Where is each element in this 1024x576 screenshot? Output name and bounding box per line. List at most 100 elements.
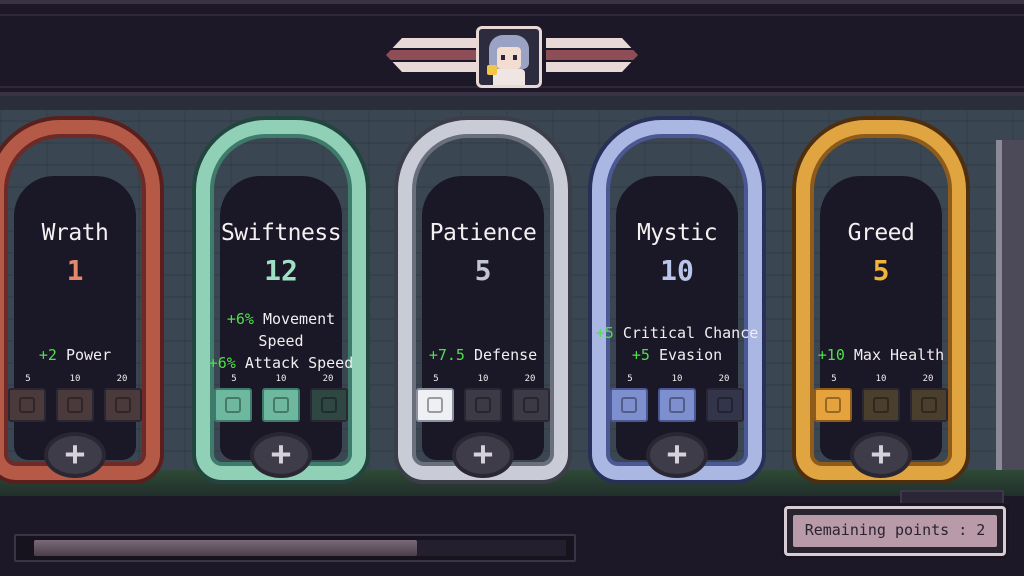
card-title: Swiftness bbox=[220, 220, 342, 246]
bonus-amount: +6% bbox=[226, 310, 254, 328]
bonus-line: +5 Critical Chance bbox=[578, 322, 776, 344]
bonus-line: +10 Max Health bbox=[782, 344, 980, 366]
card-value: 5 bbox=[872, 254, 890, 287]
bonus-text: Critical Chance bbox=[622, 324, 759, 342]
bonus-line: +5 Evasion bbox=[578, 344, 776, 366]
add-point-button[interactable]: + bbox=[452, 432, 514, 478]
tier-label: 5 bbox=[25, 374, 31, 384]
tier-slot-locked[interactable] bbox=[706, 388, 744, 422]
skill-icon bbox=[475, 397, 491, 413]
tier-thresholds: 5 10 20 bbox=[8, 374, 142, 384]
tier-slot-unlocked[interactable] bbox=[610, 388, 648, 422]
bonus-amount: +7.5 bbox=[428, 346, 465, 364]
bonus-amount: +6% bbox=[208, 354, 236, 372]
bonus-line: +6% Movement bbox=[182, 308, 380, 330]
tier-thresholds: 5 10 20 bbox=[610, 374, 744, 384]
bonus-line: +6% Attack Speed bbox=[182, 352, 380, 374]
ribbon-right bbox=[546, 38, 638, 78]
tier-label: 20 bbox=[322, 374, 334, 384]
card-title: Greed bbox=[847, 220, 915, 246]
bonus-amount: +5 bbox=[631, 346, 650, 364]
card-patience: Patience 5 +7.5 Defense 5 10 20 + bbox=[398, 120, 568, 480]
skill-icon bbox=[321, 397, 337, 413]
add-point-button[interactable]: + bbox=[850, 432, 912, 478]
add-point-button[interactable]: + bbox=[646, 432, 708, 478]
bonus-text: Evasion bbox=[658, 346, 723, 364]
skill-icon bbox=[523, 397, 539, 413]
remaining-points-box: Remaining points : 2 bbox=[784, 506, 1006, 556]
tier-label: 20 bbox=[116, 374, 128, 384]
tier-slot-unlocked[interactable] bbox=[416, 388, 454, 422]
card-value: 5 bbox=[474, 254, 492, 287]
top-banner bbox=[0, 0, 1024, 96]
card-swiftness: Swiftness 12 +6% Movement Speed +6% Atta… bbox=[196, 120, 366, 480]
bonus-amount: +10 bbox=[817, 346, 845, 364]
bonus-text: Attack Speed bbox=[244, 354, 354, 372]
tier-label: 10 bbox=[477, 374, 489, 384]
tier-label: 10 bbox=[875, 374, 887, 384]
skill-icon bbox=[225, 397, 241, 413]
tier-label: 5 bbox=[831, 374, 837, 384]
card-title: Patience bbox=[429, 220, 537, 246]
tier-slot-locked[interactable] bbox=[8, 388, 46, 422]
tier-label: 5 bbox=[433, 374, 439, 384]
progress-bar bbox=[14, 534, 576, 562]
add-point-button[interactable]: + bbox=[44, 432, 106, 478]
tier-slot-locked[interactable] bbox=[104, 388, 142, 422]
skill-icon bbox=[621, 397, 637, 413]
tier-slots bbox=[814, 388, 948, 422]
card-title: Mystic bbox=[636, 220, 718, 246]
skill-icon bbox=[825, 397, 841, 413]
card-value: 10 bbox=[660, 254, 694, 287]
tier-slot-locked[interactable] bbox=[512, 388, 550, 422]
tier-slot-unlocked[interactable] bbox=[262, 388, 300, 422]
skill-icon bbox=[115, 397, 131, 413]
bonus-text: Defense bbox=[473, 346, 538, 364]
add-point-button[interactable]: + bbox=[250, 432, 312, 478]
tier-slots bbox=[8, 388, 142, 422]
skill-icon bbox=[873, 397, 889, 413]
tier-slot-locked[interactable] bbox=[310, 388, 348, 422]
tier-slot-locked[interactable] bbox=[464, 388, 502, 422]
card-title: Wrath bbox=[41, 220, 109, 246]
skill-icon bbox=[669, 397, 685, 413]
tier-label: 10 bbox=[69, 374, 81, 384]
card-greed: Greed 5 +10 Max Health 5 10 20 + bbox=[796, 120, 966, 480]
progress-fill bbox=[34, 540, 417, 556]
tier-slots bbox=[214, 388, 348, 422]
tier-thresholds: 5 10 20 bbox=[214, 374, 348, 384]
card-wrath: Wrath 1 +2 Power 5 10 20 + bbox=[0, 120, 160, 480]
bonus-line: +2 Power bbox=[0, 344, 174, 366]
card-mystic: Mystic 10 +5 Critical Chance +5 Evasion … bbox=[592, 120, 762, 480]
bonus-text: Max Health bbox=[853, 346, 945, 364]
remaining-points-label: Remaining points : 2 bbox=[804, 521, 986, 539]
tier-slots bbox=[416, 388, 550, 422]
tier-thresholds: 5 10 20 bbox=[416, 374, 550, 384]
tier-slot-unlocked[interactable] bbox=[814, 388, 852, 422]
tier-slots bbox=[610, 388, 744, 422]
skill-icon bbox=[717, 397, 733, 413]
bonus-line: +7.5 Defense bbox=[384, 344, 582, 366]
card-value: 12 bbox=[264, 254, 298, 287]
tier-label: 10 bbox=[671, 374, 683, 384]
ribbon-left bbox=[386, 38, 478, 78]
tier-label: 10 bbox=[275, 374, 287, 384]
tier-slot-locked[interactable] bbox=[910, 388, 948, 422]
tier-label: 20 bbox=[718, 374, 730, 384]
tier-slot-unlocked[interactable] bbox=[658, 388, 696, 422]
tier-thresholds: 5 10 20 bbox=[814, 374, 948, 384]
tier-slot-locked[interactable] bbox=[862, 388, 900, 422]
tier-slot-locked[interactable] bbox=[56, 388, 94, 422]
skill-icon bbox=[921, 397, 937, 413]
tier-label: 20 bbox=[524, 374, 536, 384]
card-value: 1 bbox=[66, 254, 84, 287]
bonus-line: Speed bbox=[182, 330, 380, 352]
tier-slot-unlocked[interactable] bbox=[214, 388, 252, 422]
skill-icon bbox=[19, 397, 35, 413]
bonus-text: Speed bbox=[258, 332, 304, 350]
offscreen-card[interactable] bbox=[996, 140, 1024, 470]
bonus-text: Movement bbox=[262, 310, 336, 328]
bonus-amount: +5 bbox=[595, 324, 614, 342]
skill-icon bbox=[273, 397, 289, 413]
skill-icon bbox=[67, 397, 83, 413]
